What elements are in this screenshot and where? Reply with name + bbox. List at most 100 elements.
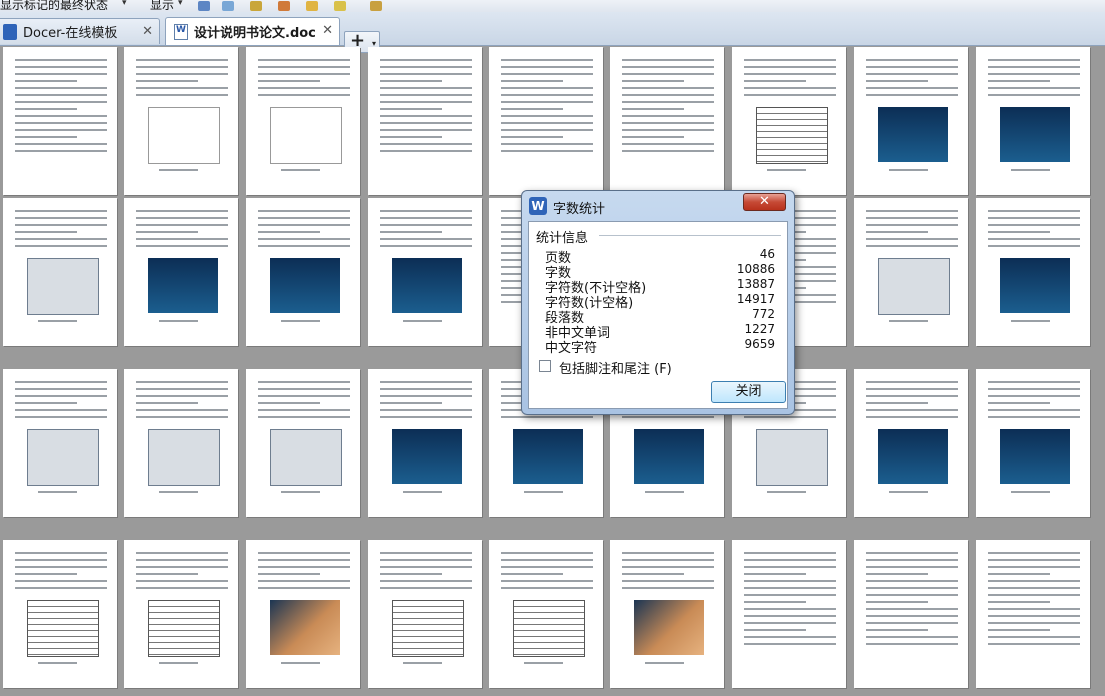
tab-docer-templates[interactable]: Docer-在线模板 ✕	[0, 18, 160, 44]
text-line	[15, 87, 107, 89]
page-thumbnail[interactable]	[732, 540, 846, 688]
text-line	[988, 224, 1080, 226]
text-line	[622, 566, 714, 568]
caption-line	[1011, 320, 1050, 322]
caption-line	[524, 491, 563, 493]
page-thumbnail[interactable]	[610, 540, 724, 688]
reject-change-icon[interactable]	[250, 1, 262, 11]
text-line	[15, 143, 107, 145]
text-line	[622, 129, 714, 131]
page-figure	[148, 429, 220, 486]
page-thumbnail[interactable]	[246, 369, 360, 517]
text-line	[258, 217, 350, 219]
text-line	[380, 395, 472, 397]
text-line	[15, 101, 107, 103]
text-line	[866, 622, 958, 624]
page-thumbnail[interactable]	[610, 47, 724, 195]
text-line	[380, 231, 442, 233]
page-thumbnail[interactable]	[368, 198, 482, 346]
page-thumbnail[interactable]	[124, 369, 238, 517]
text-line	[866, 238, 958, 240]
include-footnotes-label[interactable]: 包括脚注和尾注 (F)	[559, 358, 672, 377]
tab-label: 设计说明书论文.doc	[194, 26, 316, 41]
page-thumbnail[interactable]	[854, 540, 968, 688]
close-button[interactable]: 关闭	[711, 381, 786, 403]
page-thumbnail[interactable]	[976, 47, 1090, 195]
caption-line	[645, 662, 684, 664]
text-line	[988, 210, 1080, 212]
docer-icon	[3, 23, 17, 40]
text-line	[988, 601, 1050, 603]
page-thumbnail[interactable]	[3, 540, 117, 688]
caption-line	[889, 169, 928, 171]
markup-view-dropdown-icon[interactable]: ▾	[122, 0, 127, 8]
page-thumbnail[interactable]	[489, 47, 603, 195]
text-line	[136, 66, 228, 68]
text-line	[866, 388, 958, 390]
text-line	[988, 566, 1080, 568]
caption-line	[524, 662, 563, 664]
page-thumbnail[interactable]	[124, 198, 238, 346]
highlight-icon[interactable]	[334, 1, 346, 11]
text-line	[988, 395, 1080, 397]
page-thumbnail[interactable]	[854, 198, 968, 346]
group-divider	[599, 235, 781, 236]
include-footnotes-checkbox[interactable]	[539, 360, 551, 372]
stat-row-chars-with-spaces: 字符数(计空格) 14917	[545, 292, 775, 311]
text-line	[744, 629, 806, 631]
page-thumbnail[interactable]	[3, 47, 117, 195]
text-line	[988, 217, 1080, 219]
page-thumbnail[interactable]	[246, 198, 360, 346]
text-line	[258, 416, 350, 418]
show-menu-dropdown-icon[interactable]: ▾	[178, 0, 183, 8]
text-line	[988, 402, 1050, 404]
text-line	[744, 601, 806, 603]
dialog-close-button[interactable]: ✕	[743, 193, 786, 211]
close-icon[interactable]: ✕	[142, 24, 153, 39]
text-line	[622, 66, 714, 68]
page-thumbnail[interactable]	[976, 198, 1090, 346]
page-thumbnail[interactable]	[3, 198, 117, 346]
page-thumbnail[interactable]	[368, 540, 482, 688]
text-line	[136, 59, 228, 61]
caption-line	[1011, 491, 1050, 493]
close-icon[interactable]: ✕	[322, 23, 333, 38]
page-thumbnail[interactable]	[124, 540, 238, 688]
text-line	[380, 122, 472, 124]
text-line	[622, 59, 714, 61]
text-line	[380, 388, 472, 390]
track-changes-icon[interactable]	[198, 1, 210, 11]
page-thumbnail[interactable]	[976, 369, 1090, 517]
page-thumbnail[interactable]	[368, 369, 482, 517]
text-line	[622, 587, 714, 589]
page-thumbnail[interactable]	[3, 369, 117, 517]
text-line	[866, 409, 958, 411]
text-line	[866, 573, 928, 575]
text-line	[136, 210, 228, 212]
text-line	[380, 210, 472, 212]
reviewing-pane-icon[interactable]	[370, 1, 382, 11]
page-thumbnail[interactable]	[246, 540, 360, 688]
text-line	[15, 238, 107, 240]
previous-change-icon[interactable]	[278, 1, 290, 11]
page-thumbnail[interactable]	[854, 369, 968, 517]
page-thumbnail[interactable]	[976, 540, 1090, 688]
tab-label: Docer-在线模板	[23, 26, 118, 41]
comment-icon[interactable]	[306, 1, 318, 11]
text-line	[15, 587, 107, 589]
text-line	[380, 402, 442, 404]
accept-change-icon[interactable]	[222, 1, 234, 11]
page-thumbnail[interactable]	[124, 47, 238, 195]
page-thumbnail[interactable]	[854, 47, 968, 195]
page-thumbnail[interactable]	[489, 540, 603, 688]
page-thumbnail[interactable]	[246, 47, 360, 195]
page-figure	[1000, 429, 1070, 484]
text-line	[15, 566, 107, 568]
text-line	[866, 59, 958, 61]
tab-design-thesis-doc[interactable]: 设计说明书论文.doc ✕	[165, 17, 340, 45]
page-thumbnail[interactable]	[732, 47, 846, 195]
text-line	[988, 587, 1080, 589]
page-thumbnail[interactable]	[368, 47, 482, 195]
text-line	[258, 94, 350, 96]
text-line	[136, 80, 198, 82]
